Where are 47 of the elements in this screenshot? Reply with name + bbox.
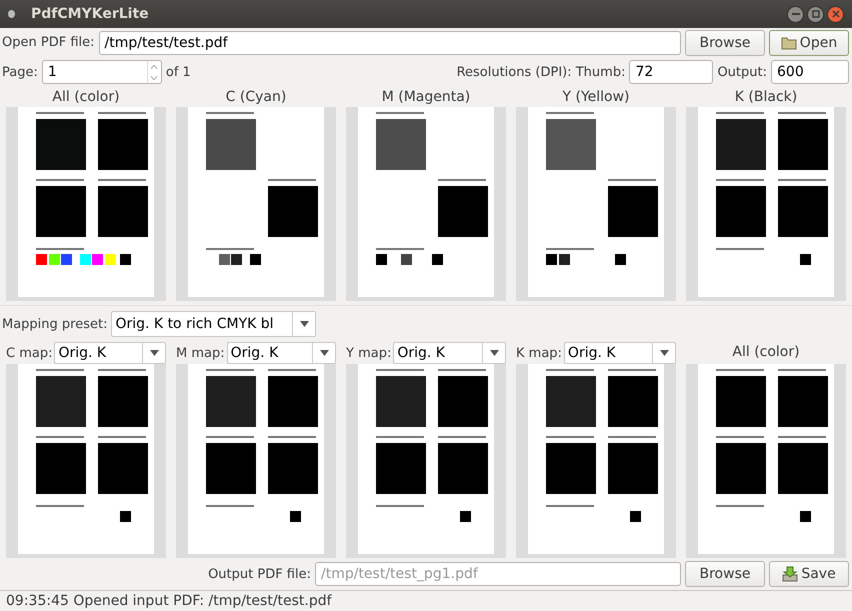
resolutions-label: Resolutions (DPI): Thumb: (456, 64, 626, 80)
minimize-icon (792, 13, 800, 15)
map-dropdown[interactable]: Orig. K (564, 342, 676, 364)
preview-label: K (Black) (734, 88, 798, 107)
download-tray-icon (782, 566, 798, 582)
mapping-preset-dropdown[interactable]: Orig. K to rich CMYK bl (111, 311, 316, 337)
spin-arrows-icon (146, 61, 160, 83)
browse-button[interactable]: Browse (685, 561, 765, 587)
thumb-dpi-field[interactable]: 72 (629, 60, 714, 84)
preview-label: All (color) (732, 343, 800, 362)
dropdown-arrow-icon (150, 350, 158, 356)
preview-label: M (Magenta) (382, 88, 470, 107)
open-button[interactable]: Open (769, 30, 849, 56)
page-count-label: of 1 (166, 64, 191, 80)
input-field[interactable]: /tmp/test/test.pdf (98, 30, 681, 54)
preview-label: C (Cyan) (226, 88, 286, 107)
dropdown-arrow-icon (490, 350, 498, 356)
minimize-button[interactable] (787, 6, 804, 22)
window-title: PdfCMYKerLite (31, 6, 149, 22)
status-bar: 09:35:45 Opened input PDF: /tmp/test/test.pdf (0, 590, 852, 611)
page-spin-field[interactable]: 1 (42, 60, 162, 84)
maximize-button[interactable] (807, 6, 824, 22)
map-dropdown[interactable]: Orig. K (54, 342, 166, 364)
folder-icon (780, 36, 797, 50)
output-file-label: Output PDF file: (208, 566, 311, 582)
map-label: K map: (516, 346, 562, 360)
dropdown-arrow-icon (300, 321, 309, 327)
map-label: Y map: (346, 346, 392, 360)
dropdown-arrow-icon (320, 350, 328, 356)
preview-label: Y (Yellow) (562, 88, 630, 107)
map-dropdown[interactable]: Orig. K (393, 342, 506, 364)
preview-label: All (color) (52, 88, 120, 107)
browse-button[interactable]: Browse (685, 30, 765, 56)
map-label: C map: (6, 346, 52, 360)
page-label: Page: (2, 64, 38, 80)
output-dpi-label: Output: (717, 64, 767, 80)
map-dropdown[interactable]: Orig. K (226, 342, 336, 364)
output-dpi-field[interactable]: 600 (771, 60, 849, 84)
map-label: M map: (176, 346, 225, 360)
dropdown-arrow-icon (660, 350, 668, 356)
save-button[interactable]: Save (769, 561, 849, 587)
maximize-icon (812, 10, 820, 18)
mapping-preset-label: Mapping preset: (2, 316, 108, 332)
close-icon (832, 10, 840, 18)
close-button[interactable] (827, 6, 844, 22)
app-icon (8, 10, 15, 18)
open-file-label: Open PDF file: (2, 35, 94, 50)
